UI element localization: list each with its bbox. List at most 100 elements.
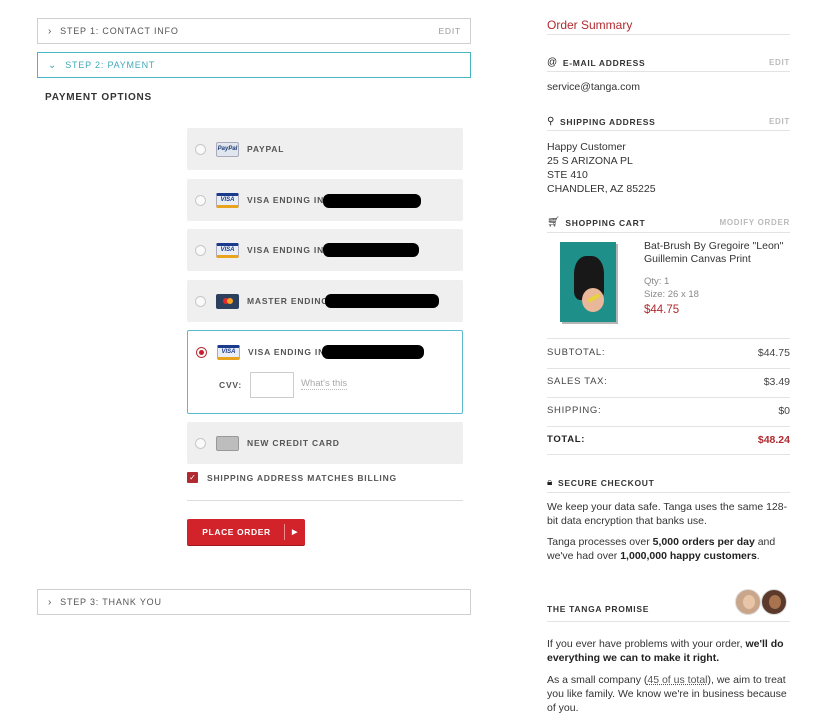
divider [187,500,463,501]
visa-card-icon: VISA [216,192,239,208]
total-label: TOTAL: [547,434,586,445]
lock-icon: 🔒︎ [547,477,554,488]
divider [547,232,790,233]
step-3-thank-you[interactable]: › STEP 3: THANK YOU [37,589,471,615]
map-pin-icon: ⚲ [547,116,556,127]
subtotal-value: $44.75 [757,347,790,359]
promise-text-1: If you ever have problems with your orde… [547,638,784,664]
payment-option-mastercard[interactable]: MASTER ENDING [187,280,463,322]
whats-this-link[interactable]: What's this [301,378,348,390]
chevron-down-icon: ⌄ [48,59,58,71]
divider [547,454,790,455]
modify-order-link[interactable]: MODIFY ORDER [720,218,790,227]
redaction-mark [323,243,419,257]
cvv-label: CVV: [219,380,243,390]
avatar-face [769,595,781,609]
email-section-header: @ E-MAIL ADDRESS EDIT [547,57,790,68]
product-image[interactable] [560,242,616,322]
avatar-face [743,595,755,609]
divider [547,426,790,427]
option-label: MASTER ENDING [247,296,329,306]
radio-button[interactable] [195,295,206,307]
redaction-mark [325,294,439,308]
visa-card-icon: VISA [217,344,240,360]
divider [547,34,790,35]
staff-avatar [761,589,787,615]
option-label: NEW CREDIT CARD [247,438,340,448]
cart-section-header: 🛒︎ SHOPPING CART MODIFY ORDER [547,217,790,228]
shopping-cart-icon: 🛒︎ [547,217,561,228]
email-heading: E-MAIL ADDRESS [562,57,646,68]
radio-button[interactable] [195,194,206,206]
payment-option-visa-2[interactable]: VISA VISA ENDING IN [187,229,463,271]
product-qty: Qty: 1 [644,276,670,287]
option-label: VISA ENDING IN [248,347,326,357]
email-value: service@tanga.com [547,81,640,93]
chevron-right-icon: › [48,596,53,608]
secure-text-1: We keep your data safe. Tanga uses the s… [547,501,788,527]
secure-checkout-header: 🔒︎ SECURE CHECKOUT [547,477,790,488]
divider [547,397,790,398]
step-2-payment[interactable]: ⌄ STEP 2: PAYMENT [37,52,471,78]
step-2-label: STEP 2: PAYMENT [65,60,156,70]
sales-tax-row: SALES TAX: $3.49 [547,376,790,388]
step-1-label: STEP 1: CONTACT INFO [60,26,179,36]
promise-heading: THE TANGA PROMISE [547,604,650,614]
payment-option-new-card[interactable]: NEW CREDIT CARD [187,422,463,464]
shipping-suite: STE 410 [547,169,588,181]
radio-button[interactable] [195,244,206,256]
product-name[interactable]: Bat-Brush By Gregoire "Leon" Guillemin C… [644,240,794,265]
at-sign-icon: @ [547,57,558,68]
cart-heading: SHOPPING CART [565,217,646,228]
divider [547,71,790,72]
subtotal-row: SUBTOTAL: $44.75 [547,347,790,359]
divider [547,492,790,493]
shipping-edit-link[interactable]: EDIT [769,117,790,126]
sales-tax-label: SALES TAX: [547,376,608,387]
cvv-input[interactable] [250,372,294,398]
option-label: VISA ENDING IN [247,245,325,255]
payment-option-visa-selected[interactable]: VISA VISA ENDING IN CVV: What's this [187,330,463,414]
secure-heading: SECURE CHECKOUT [558,477,655,488]
billing-match-checkbox-row[interactable]: ✓ SHIPPING ADDRESS MATCHES BILLING [187,472,397,483]
mastercard-icon [216,293,239,309]
order-summary-title: Order Summary [547,18,633,32]
shipping-city: CHANDLER, AZ 85225 [547,183,656,195]
checkbox-checked-icon[interactable]: ✓ [187,472,198,483]
step-1-edit-link[interactable]: EDIT [438,26,461,36]
step-1-contact-info[interactable]: › STEP 1: CONTACT INFO EDIT [37,18,471,44]
staff-avatar [735,589,761,615]
shipping-cost-label: SHIPPING: [547,405,602,416]
payment-option-visa-1[interactable]: VISA VISA ENDING IN [187,179,463,221]
play-arrow-icon: ▶ [292,529,298,536]
email-edit-link[interactable]: EDIT [769,58,790,67]
radio-button[interactable] [195,437,206,449]
total-row: TOTAL: $48.24 [547,434,790,446]
step-3-label: STEP 3: THANK YOU [60,597,162,607]
visa-card-icon: VISA [216,242,239,258]
shipping-cost-value: $0 [778,405,790,417]
chevron-right-icon: › [48,25,53,37]
billing-match-label: SHIPPING ADDRESS MATCHES BILLING [207,472,397,483]
radio-button[interactable] [195,143,206,155]
team-link[interactable]: 45 of us total [647,674,707,686]
redaction-mark [322,345,424,359]
secure-text-2: Tanga processes over 5,000 orders per da… [547,536,776,562]
payment-options-heading: PAYMENT OPTIONS [45,92,153,103]
divider [547,130,790,131]
place-order-label: PLACE ORDER [202,527,271,537]
divider [547,368,790,369]
payment-option-paypal[interactable]: PayPal PAYPAL [187,128,463,170]
redaction-mark [323,194,421,208]
credit-card-icon [216,435,239,451]
shipping-street: 25 S ARIZONA PL [547,155,633,167]
option-label: VISA ENDING IN [247,195,325,205]
promise-text-2: As a small company (45 of us total), we … [547,674,787,714]
place-order-button[interactable]: PLACE ORDER ▶ [187,519,305,545]
option-label: PAYPAL [247,144,285,154]
paypal-icon: PayPal [216,141,239,157]
radio-button-selected[interactable] [196,346,207,358]
shipping-section-header: ⚲ SHIPPING ADDRESS EDIT [547,116,790,127]
product-price: $44.75 [644,304,680,316]
shipping-cost-row: SHIPPING: $0 [547,405,790,417]
